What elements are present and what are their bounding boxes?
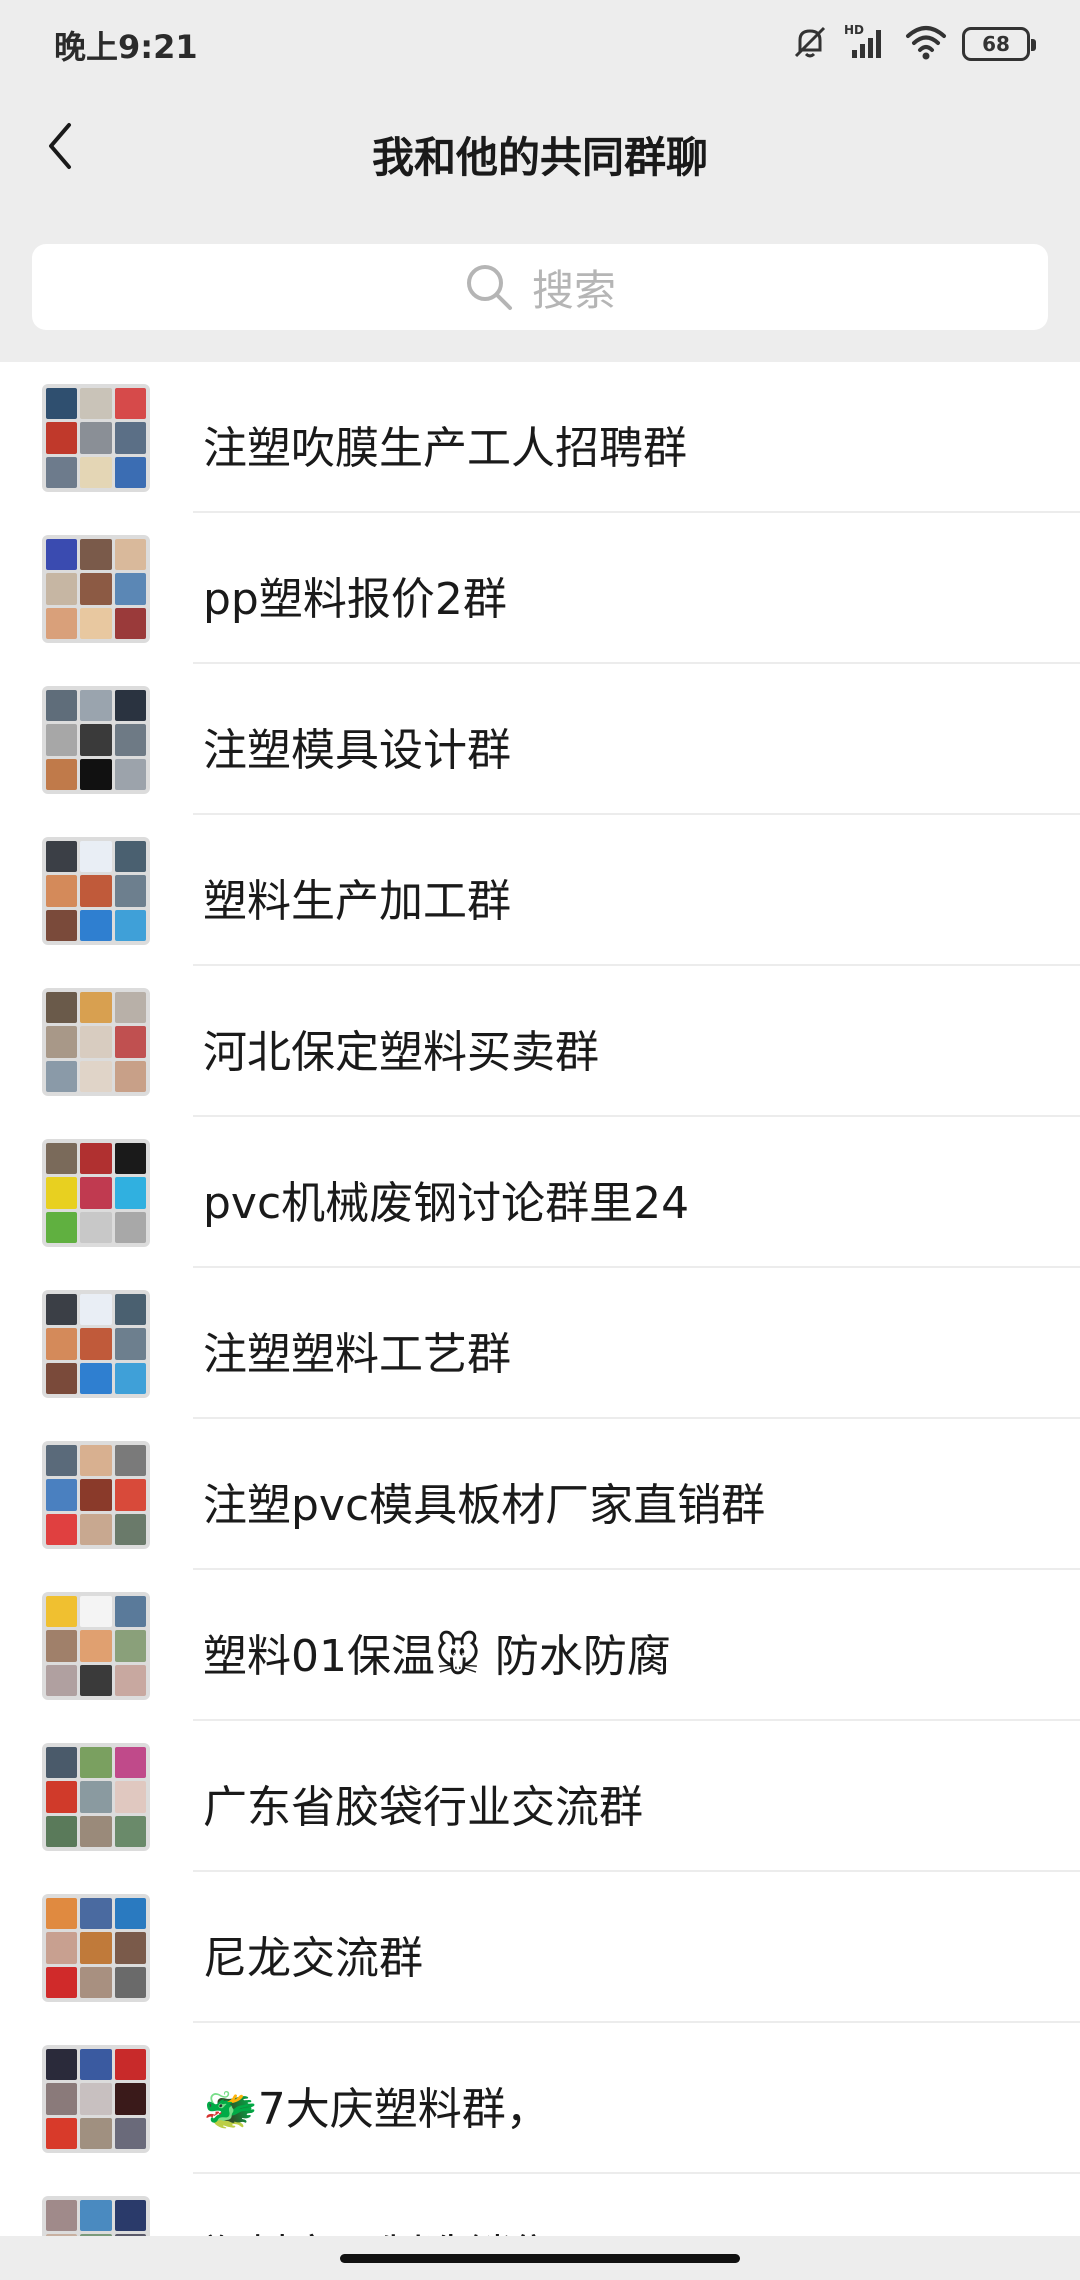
list-item[interactable]: 塑料交易制造销售 (0, 2174, 1080, 2236)
search-icon (466, 265, 512, 310)
list-item[interactable]: 广东省胶袋行业交流群 (0, 1721, 1080, 1872)
search-bar[interactable]: 搜索 (32, 244, 1048, 330)
mute-icon (790, 22, 830, 66)
group-avatar (42, 2196, 150, 2236)
signal-icon: HD (844, 22, 890, 66)
battery-icon: 68 (962, 27, 1036, 61)
status-icons: HD 68 (790, 22, 1036, 66)
list-item[interactable]: 注塑模具设计群 (0, 664, 1080, 815)
group-name: 注塑模具设计群 (203, 725, 511, 776)
group-name: 注塑pvc模具板材厂家直销群 (203, 1480, 766, 1531)
list-item[interactable]: 河北保定塑料买卖群 (0, 966, 1080, 1117)
group-name: 广东省胶袋行业交流群 (203, 1782, 643, 1833)
group-name: 河北保定塑料买卖群 (203, 1027, 599, 1078)
battery-level: 68 (982, 32, 1010, 56)
hd-label: HD (844, 23, 864, 37)
group-name: pp塑料报价2群 (203, 574, 507, 625)
list-item[interactable]: 尼龙交流群 (0, 1872, 1080, 2023)
group-name: 塑料生产加工群 (203, 876, 511, 927)
group-name: pvc机械废钢讨论群里24 (203, 1178, 690, 1229)
list-item[interactable]: 注塑吹膜生产工人招聘群 (0, 362, 1080, 513)
list-item[interactable]: 塑料生产加工群 (0, 815, 1080, 966)
home-indicator[interactable] (340, 2254, 740, 2263)
group-avatar (42, 686, 150, 794)
list-item[interactable]: 🐲7大庆塑料群， (0, 2023, 1080, 2174)
group-avatar (42, 1743, 150, 1851)
list-item[interactable]: 塑料01保温🐭 防水防腐 (0, 1570, 1080, 1721)
group-name: 尼龙交流群 (203, 1933, 423, 1984)
list-item[interactable]: pvc机械废钢讨论群里24 (0, 1117, 1080, 1268)
group-name: 注塑吹膜生产工人招聘群 (203, 423, 687, 474)
group-avatar (42, 837, 150, 945)
page-title: 我和他的共同群聊 (371, 133, 708, 182)
group-avatar (42, 384, 150, 492)
group-avatar (42, 1139, 150, 1247)
group-avatar (42, 1592, 150, 1700)
group-avatar (42, 988, 150, 1096)
group-avatar (42, 535, 150, 643)
group-name: 注塑塑料工艺群 (203, 1329, 511, 1380)
status-bar: 晚上9:21 HD 68 (0, 0, 1080, 88)
list-item[interactable]: pp塑料报价2群 (0, 513, 1080, 664)
group-avatar (42, 2045, 150, 2153)
list-item[interactable]: 注塑塑料工艺群 (0, 1268, 1080, 1419)
search-placeholder: 搜索 (531, 265, 616, 315)
group-list[interactable]: 注塑吹膜生产工人招聘群 pp塑料报价2群 注塑模具设计群 塑料生产加工群 河北保… (0, 362, 1080, 2236)
group-avatar (42, 1441, 150, 1549)
wifi-icon (904, 22, 948, 66)
group-name: 塑料01保温🐭 防水防腐 (203, 1631, 671, 1682)
group-name: 塑料交易制造销售 (203, 2220, 555, 2236)
title-bar: 我和他的共同群聊 (0, 88, 1080, 208)
group-avatar (42, 1290, 150, 1398)
navigation-bar (0, 2236, 1080, 2280)
status-time: 晚上9:21 (54, 28, 198, 66)
list-item[interactable]: 注塑pvc模具板材厂家直销群 (0, 1419, 1080, 1570)
group-name: 🐲7大庆塑料群， (203, 2084, 550, 2135)
group-avatar (42, 1894, 150, 2002)
